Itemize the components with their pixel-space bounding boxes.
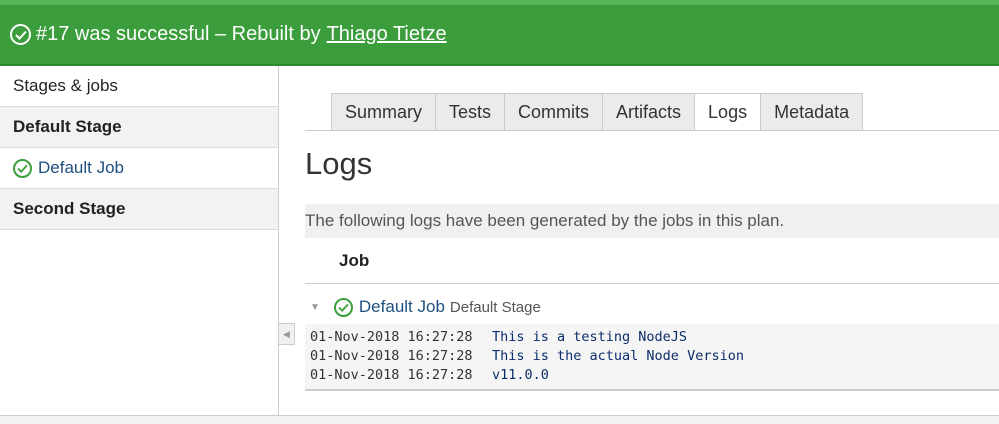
tab-divider: [305, 130, 999, 131]
log-message: This is a testing NodeJS: [492, 329, 688, 345]
job-column-header: Job: [339, 251, 370, 270]
sidebar-item-default-job[interactable]: Default Job: [0, 148, 278, 189]
sidebar-collapse-button[interactable]: ◀: [279, 323, 295, 345]
sidebar-item-second-stage[interactable]: Second Stage: [0, 189, 278, 230]
tab-logs[interactable]: Logs: [695, 93, 762, 131]
tab-artifacts[interactable]: Artifacts: [603, 93, 696, 131]
build-status-banner: #17 was successful – Rebuilt by Thiago T…: [0, 0, 999, 66]
job-log-row: ▼ Default Job Default Stage: [305, 294, 541, 320]
tab-metadata[interactable]: Metadata: [761, 93, 864, 131]
sidebar-item-label: Second Stage: [13, 199, 126, 218]
build-status-text: #17 was successful – Rebuilt by: [36, 23, 321, 45]
log-message: v11.0.0: [492, 367, 549, 383]
chevron-left-icon: ◀: [283, 328, 290, 339]
log-timestamp: 01-Nov-2018 16:27:28: [310, 367, 473, 383]
rebuilt-by-user-link[interactable]: Thiago Tietze: [327, 23, 447, 46]
job-stage-label: Default Stage: [449, 298, 541, 316]
sidebar-header: Stages & jobs: [0, 66, 278, 107]
sidebar-item-label: Default Job: [38, 158, 124, 177]
page-title: Logs: [305, 146, 373, 181]
log-timestamp: 01-Nov-2018 16:27:28: [310, 329, 473, 345]
check-circle-icon: [13, 158, 32, 178]
sidebar-item-default-stage[interactable]: Default Stage: [0, 107, 278, 148]
footer-bar: [0, 416, 999, 424]
header-divider: [305, 283, 999, 284]
log-line: 01-Nov-2018 16:27:28 This is a testing N…: [305, 329, 999, 348]
tab-tests[interactable]: Tests: [436, 93, 506, 131]
description-text: The following logs have been generated b…: [305, 211, 785, 230]
stages-jobs-sidebar: Stages & jobs Default Stage Default Job …: [0, 66, 279, 416]
log-message: This is the actual Node Version: [492, 348, 744, 364]
logs-description: The following logs have been generated b…: [305, 204, 999, 238]
log-timestamp: 01-Nov-2018 16:27:28: [310, 348, 473, 364]
caret-down-icon[interactable]: ▼: [310, 302, 320, 313]
tab-commits[interactable]: Commits: [505, 93, 604, 131]
check-circle-icon: [10, 24, 31, 45]
log-output: 01-Nov-2018 16:27:28 This is a testing N…: [305, 324, 999, 391]
check-circle-icon: [333, 297, 353, 317]
tab-summary[interactable]: Summary: [331, 93, 437, 131]
sidebar-item-label: Default Stage: [13, 117, 122, 136]
job-link[interactable]: Default Job: [359, 297, 445, 317]
log-line: 01-Nov-2018 16:27:28 v11.0.0: [305, 367, 999, 386]
log-line: 01-Nov-2018 16:27:28 This is the actual …: [305, 348, 999, 367]
tab-bar: Summary Tests Commits Artifacts Logs Met…: [331, 93, 864, 131]
